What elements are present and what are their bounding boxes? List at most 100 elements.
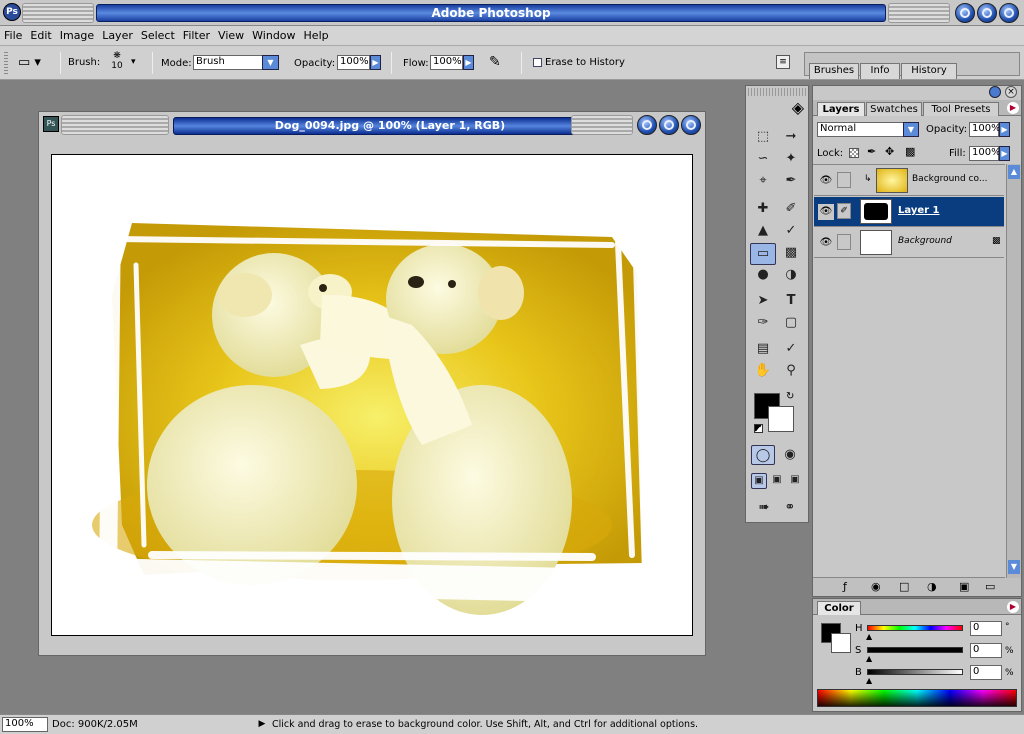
- layer-name[interactable]: Layer 1: [898, 205, 939, 216]
- tab-swatches[interactable]: Swatches: [866, 102, 922, 116]
- close-button[interactable]: [999, 3, 1019, 23]
- flow-input[interactable]: 100%: [430, 55, 463, 70]
- clone-stamp-icon[interactable]: ▲: [750, 221, 776, 243]
- tab-brushes[interactable]: Brushes: [809, 63, 859, 79]
- layer-style-icon[interactable]: ƒ: [843, 580, 847, 593]
- document-icon[interactable]: Ps: [43, 116, 59, 132]
- slice-tool-icon[interactable]: ✒: [778, 171, 804, 193]
- airbrush-icon[interactable]: ✎: [489, 54, 501, 70]
- default-colors-icon[interactable]: [754, 424, 763, 433]
- scroll-up-icon[interactable]: ▲: [1008, 165, 1020, 179]
- toolbox-grip[interactable]: [748, 88, 806, 96]
- doc-minimize-button[interactable]: [637, 115, 657, 135]
- dodge-tool-icon[interactable]: ◑: [778, 265, 804, 287]
- color-background-swatch[interactable]: [831, 633, 851, 653]
- tab-history[interactable]: History: [901, 63, 957, 79]
- new-layer-icon[interactable]: ▣: [959, 580, 969, 593]
- path-select-icon[interactable]: ➤: [750, 291, 776, 313]
- h-input[interactable]: 0: [970, 621, 1002, 636]
- opacity-input[interactable]: 100%: [337, 55, 370, 70]
- standard-mode-icon[interactable]: ◯: [751, 445, 775, 465]
- marquee-tool-icon[interactable]: ⬚: [750, 127, 776, 149]
- link-box[interactable]: [837, 234, 851, 250]
- brush-dropdown-icon[interactable]: ▾: [131, 57, 136, 67]
- type-tool-icon[interactable]: T: [778, 291, 804, 313]
- lock-pixels-icon[interactable]: ✒: [867, 145, 876, 158]
- blend-mode-dropdown-icon[interactable]: ▼: [903, 122, 919, 137]
- full-screen-menu-icon[interactable]: ▣: [769, 473, 785, 489]
- fill-arrow-icon[interactable]: ▶: [999, 146, 1010, 161]
- link-box[interactable]: [837, 172, 851, 188]
- menu-help[interactable]: Help: [300, 26, 333, 44]
- s-input[interactable]: 0: [970, 643, 1002, 658]
- tab-color[interactable]: Color: [817, 601, 861, 615]
- lasso-tool-icon[interactable]: ∽: [750, 149, 776, 171]
- color-ramp[interactable]: [817, 689, 1017, 707]
- image-canvas[interactable]: [51, 154, 693, 636]
- layers-minimize-icon[interactable]: [989, 86, 1001, 98]
- layers-scrollbar[interactable]: ▲ ▼: [1006, 164, 1021, 578]
- layers-menu-icon[interactable]: ▶: [1007, 102, 1019, 114]
- lock-all-icon[interactable]: ▩: [905, 145, 915, 158]
- menu-edit[interactable]: Edit: [26, 26, 55, 44]
- doc-size-text[interactable]: Doc: 900K/2.05M: [52, 719, 138, 731]
- status-menu-icon[interactable]: ▶: [256, 717, 268, 732]
- crop-tool-icon[interactable]: ⌖: [750, 171, 776, 193]
- blend-mode-select[interactable]: Normal: [817, 122, 905, 137]
- mode-dropdown-icon[interactable]: ▼: [262, 55, 279, 70]
- hand-tool-icon[interactable]: ✋: [750, 361, 776, 383]
- flow-arrow-icon[interactable]: ▶: [463, 55, 474, 70]
- maximize-button[interactable]: [977, 3, 997, 23]
- full-screen-icon[interactable]: ▣: [787, 473, 803, 489]
- eye-icon[interactable]: 👁: [818, 235, 834, 251]
- eyedropper-icon[interactable]: ✓: [778, 339, 804, 361]
- tab-tool-presets[interactable]: Tool Presets: [923, 102, 999, 116]
- paintbrush-icon[interactable]: ✐: [837, 203, 851, 219]
- zoom-input[interactable]: 100%: [2, 717, 48, 732]
- menu-view[interactable]: View: [214, 26, 248, 44]
- healing-brush-icon[interactable]: ✚: [750, 199, 776, 221]
- brightness-slider[interactable]: [867, 669, 963, 675]
- file-browser-icon[interactable]: ≡: [776, 55, 790, 69]
- layer-row[interactable]: 👁 ↳ Background co...: [814, 166, 1004, 196]
- lock-transparency-icon[interactable]: [849, 148, 859, 158]
- brightness-slider-thumb[interactable]: ▲: [866, 676, 872, 685]
- new-group-icon[interactable]: □: [899, 580, 909, 593]
- b-input[interactable]: 0: [970, 665, 1002, 680]
- doc-maximize-button[interactable]: [659, 115, 679, 135]
- imageready-icon[interactable]: ⚭: [778, 498, 802, 518]
- menu-window[interactable]: Window: [248, 26, 299, 44]
- brush-tool-icon[interactable]: ✐: [778, 199, 804, 221]
- blur-tool-icon[interactable]: ●: [750, 265, 776, 287]
- eye-icon[interactable]: 👁: [818, 173, 834, 189]
- layers-close-icon[interactable]: ×: [1005, 86, 1017, 98]
- swap-colors-icon[interactable]: ↻: [786, 391, 794, 402]
- pen-tool-icon[interactable]: ✑: [750, 313, 776, 335]
- fill-input[interactable]: 100%: [969, 146, 1001, 161]
- move-tool-icon[interactable]: ➞: [778, 127, 804, 149]
- doc-close-button[interactable]: [681, 115, 701, 135]
- menu-filter[interactable]: Filter: [179, 26, 214, 44]
- menu-file[interactable]: File: [0, 26, 26, 44]
- minimize-button[interactable]: [955, 3, 975, 23]
- photoshop-app-icon[interactable]: Ps: [3, 3, 21, 21]
- menu-select[interactable]: Select: [137, 26, 179, 44]
- gradient-tool-icon[interactable]: ▩: [778, 243, 804, 265]
- layer-name[interactable]: Background: [898, 236, 952, 246]
- standard-screen-icon[interactable]: ▣: [751, 473, 767, 489]
- lock-position-icon[interactable]: ✥: [885, 145, 894, 158]
- trash-icon[interactable]: ▭: [985, 580, 995, 593]
- hue-slider[interactable]: [867, 625, 963, 631]
- erase-history-checkbox[interactable]: [533, 58, 542, 67]
- scroll-down-icon[interactable]: ▼: [1008, 560, 1020, 574]
- layer-opacity-input[interactable]: 100%: [969, 122, 1001, 137]
- tab-info[interactable]: Info: [860, 63, 900, 79]
- jump-to-imageready-icon[interactable]: ➠: [752, 498, 776, 518]
- hue-slider-thumb[interactable]: ▲: [866, 632, 872, 641]
- magic-wand-icon[interactable]: ✦: [778, 149, 804, 171]
- add-mask-icon[interactable]: ◉: [871, 580, 881, 593]
- color-menu-icon[interactable]: ▶: [1007, 601, 1019, 613]
- background-color-swatch[interactable]: [768, 406, 794, 432]
- saturation-slider-thumb[interactable]: ▲: [866, 654, 872, 663]
- eraser-preset-icon[interactable]: ▭ ▾: [18, 55, 54, 73]
